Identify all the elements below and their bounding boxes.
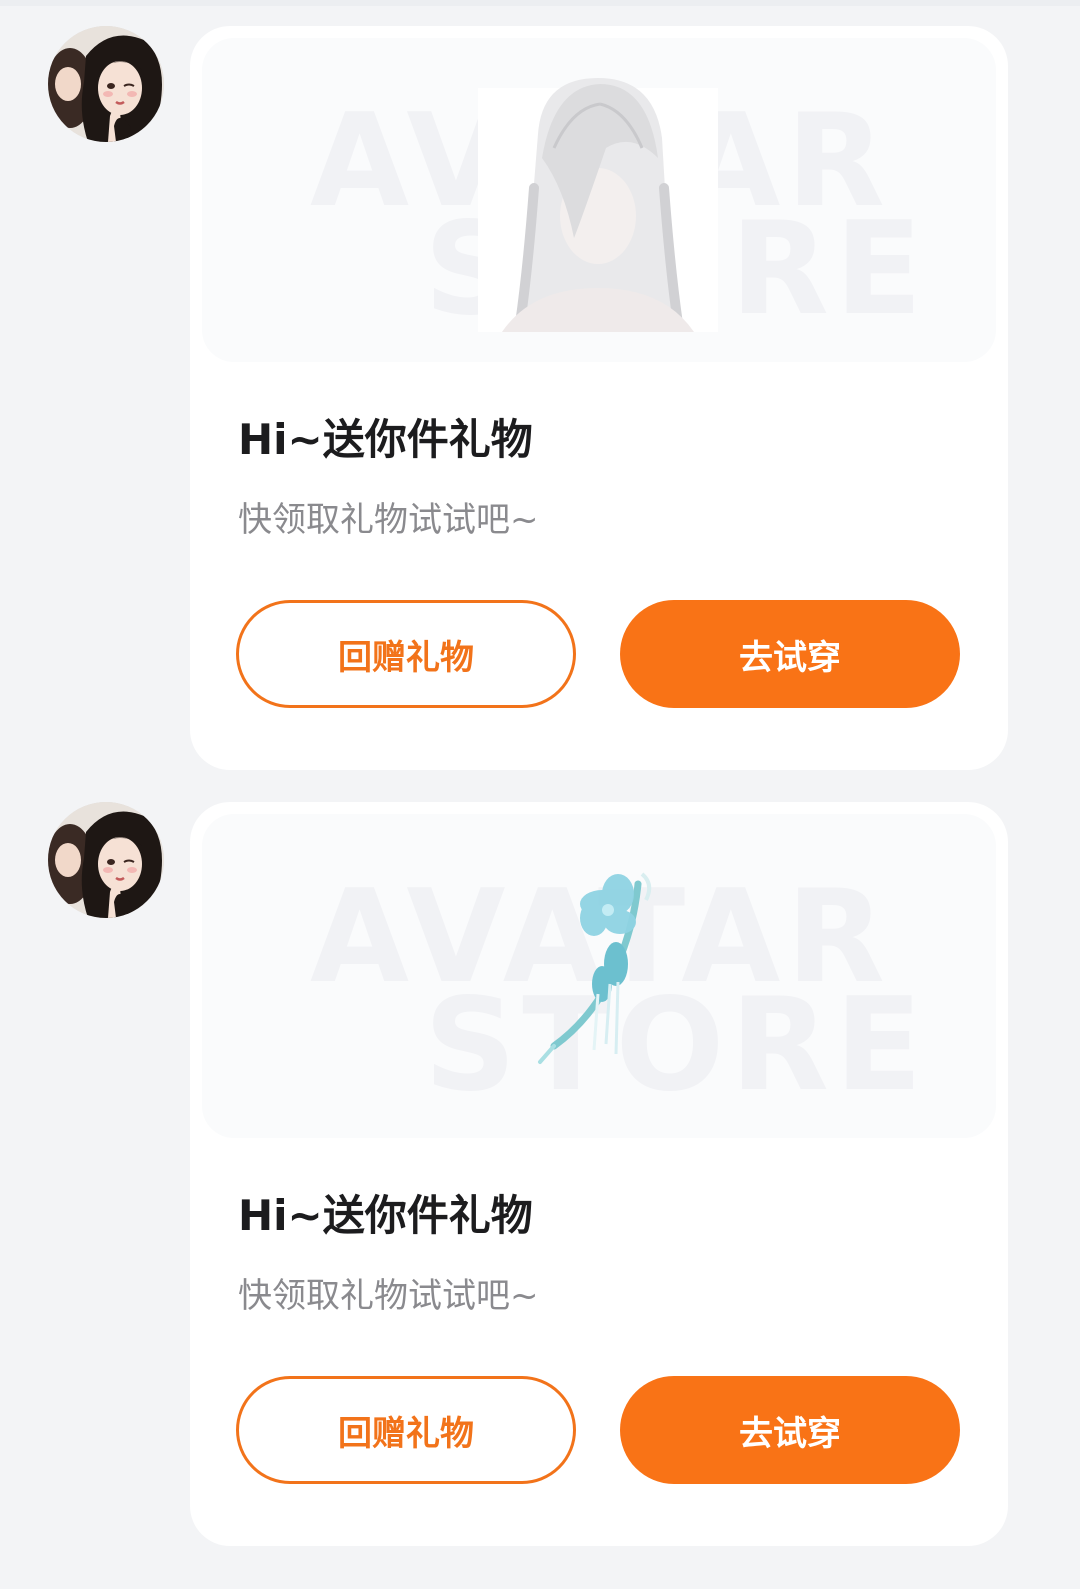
return-gift-button[interactable]: 回赠礼物	[236, 1376, 576, 1484]
return-gift-button[interactable]: 回赠礼物	[236, 600, 576, 708]
gift-preview[interactable]: AVATAR STORE	[202, 814, 996, 1138]
gift-subtitle: 快领取礼物试试吧~	[238, 500, 539, 540]
white-hair-wig-icon	[478, 78, 718, 332]
avatar-image	[48, 26, 164, 142]
gift-title: Hi~送你件礼物	[238, 1191, 533, 1240]
gift-card: AVATAR STORE Hi~送你件礼物 快领取礼物试试吧~ 回赠礼物 去试穿	[190, 802, 1008, 1546]
gift-title: Hi~送你件礼物	[238, 415, 533, 464]
gift-card: AVATAR STORE Hi~送你件礼物 快领取礼物试试吧~	[190, 26, 1008, 770]
gift-preview[interactable]: AVATAR STORE	[202, 38, 996, 362]
try-on-button[interactable]: 去试穿	[620, 600, 960, 708]
sender-avatar[interactable]	[48, 802, 164, 918]
gift-subtitle: 快领取礼物试试吧~	[238, 1276, 539, 1316]
sender-avatar[interactable]	[48, 26, 164, 142]
try-on-button[interactable]: 去试穿	[620, 1376, 960, 1484]
avatar-image	[48, 802, 164, 918]
blue-flower-hairpin-icon	[538, 872, 652, 1064]
top-strip	[0, 0, 1080, 6]
